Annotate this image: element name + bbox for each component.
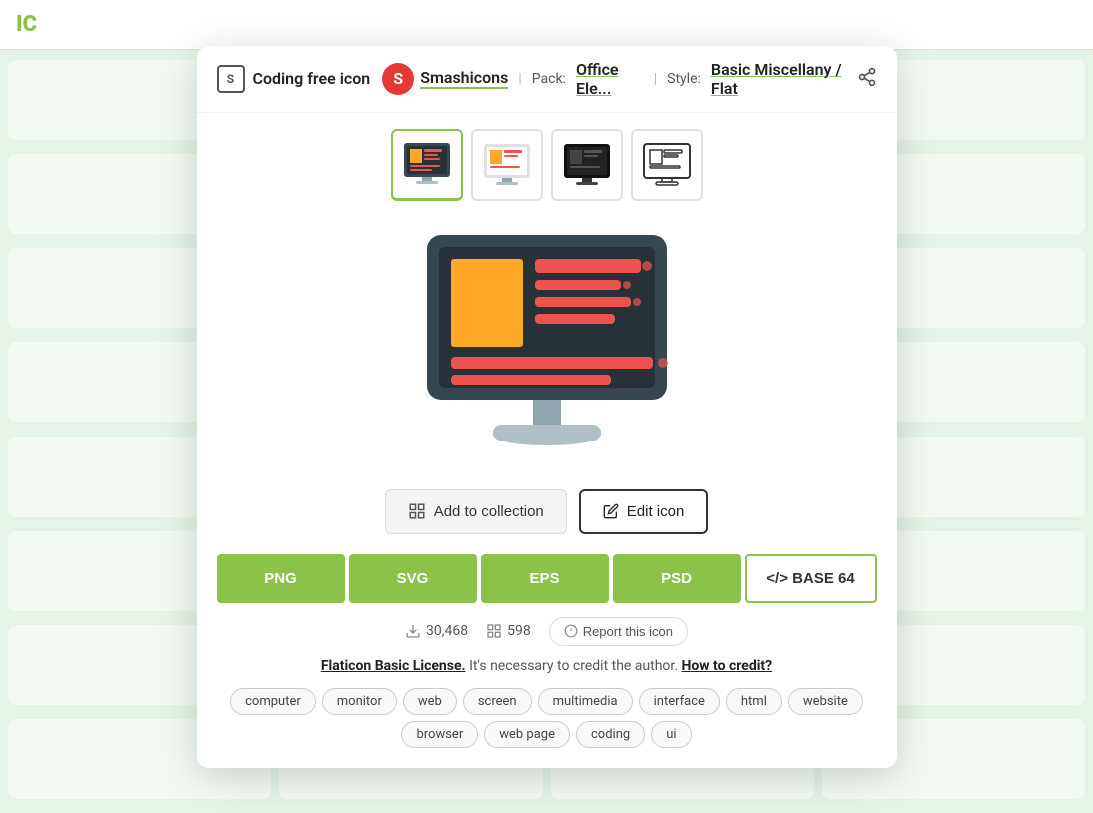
download-buttons-row: PNG SVG EPS PSD </> BASE 64 bbox=[197, 554, 897, 603]
download-count: 30,468 bbox=[405, 623, 468, 639]
download-psd-button[interactable]: PSD bbox=[613, 554, 741, 603]
icon-detail-modal: S Coding free icon S Smashicons | Pack: … bbox=[197, 46, 897, 768]
main-icon-display bbox=[197, 201, 897, 481]
modal-header: S Coding free icon S Smashicons | Pack: … bbox=[197, 46, 897, 113]
collection-icon bbox=[408, 502, 426, 520]
thumbnail-dark[interactable] bbox=[551, 129, 623, 201]
download-svg-button[interactable]: SVG bbox=[349, 554, 477, 603]
download-png-button[interactable]: PNG bbox=[217, 554, 345, 603]
tag-item[interactable]: coding bbox=[576, 721, 645, 748]
flaticon-logo-box: S bbox=[217, 65, 245, 93]
header-separator: | bbox=[518, 71, 521, 87]
modal-title: Coding free icon bbox=[253, 69, 371, 88]
tag-item[interactable]: screen bbox=[463, 688, 532, 715]
license-info: Flaticon Basic License. It's necessary t… bbox=[197, 654, 897, 678]
tag-item[interactable]: monitor bbox=[322, 688, 397, 715]
tag-item[interactable]: website bbox=[788, 688, 863, 715]
add-to-collection-button[interactable]: Add to collection bbox=[385, 489, 567, 534]
main-icon-svg bbox=[417, 225, 677, 465]
thumbnail-row bbox=[197, 113, 897, 201]
how-to-credit-link[interactable]: How to credit? bbox=[682, 658, 773, 674]
thumbnail-color2[interactable] bbox=[471, 129, 543, 201]
smashicons-circle-logo: S bbox=[382, 63, 414, 95]
license-link[interactable]: Flaticon Basic License. bbox=[321, 658, 466, 674]
style-prefix: Style: bbox=[667, 71, 701, 87]
pack-prefix: Pack: bbox=[532, 71, 566, 87]
tag-item[interactable]: ui bbox=[651, 721, 691, 748]
report-info-icon bbox=[564, 624, 578, 638]
tag-item[interactable]: browser bbox=[401, 721, 478, 748]
smashicons-name[interactable]: Smashicons bbox=[420, 68, 508, 89]
top-navigation: IC bbox=[0, 0, 1093, 50]
tag-item[interactable]: interface bbox=[639, 688, 720, 715]
smashicons-brand[interactable]: S Smashicons bbox=[382, 63, 508, 95]
header-separator2: | bbox=[654, 71, 657, 87]
modal-title-area: S Coding free icon bbox=[217, 65, 371, 93]
download-count-icon bbox=[405, 623, 421, 639]
thumbnail-outline[interactable] bbox=[631, 129, 703, 201]
download-eps-button[interactable]: EPS bbox=[481, 554, 609, 603]
style-name[interactable]: Basic Miscellany / Flat bbox=[711, 60, 845, 98]
site-logo: IC bbox=[16, 12, 37, 37]
stats-row: 30,468 598 Report this icon bbox=[197, 603, 897, 654]
edit-pencil-icon bbox=[603, 503, 619, 519]
tag-item[interactable]: web bbox=[403, 688, 457, 715]
tag-item[interactable]: computer bbox=[230, 688, 316, 715]
header-center: S Smashicons | Pack: Office Ele... | Sty… bbox=[382, 60, 844, 98]
pack-name[interactable]: Office Ele... bbox=[576, 60, 644, 98]
tag-item[interactable]: html bbox=[726, 688, 782, 715]
share-icon[interactable] bbox=[857, 67, 877, 91]
thumbnail-color[interactable] bbox=[391, 129, 463, 201]
tags-container: computermonitorwebscreenmultimediainterf… bbox=[197, 678, 897, 768]
collection-count: 598 bbox=[486, 623, 531, 639]
collection-count-icon bbox=[486, 623, 502, 639]
tag-item[interactable]: web page bbox=[484, 721, 570, 748]
edit-icon-button[interactable]: Edit icon bbox=[579, 489, 709, 534]
action-buttons-row: Add to collection Edit icon bbox=[197, 481, 897, 554]
report-icon-button[interactable]: Report this icon bbox=[549, 617, 688, 646]
tag-item[interactable]: multimedia bbox=[538, 688, 633, 715]
download-base64-button[interactable]: </> BASE 64 bbox=[745, 554, 877, 603]
